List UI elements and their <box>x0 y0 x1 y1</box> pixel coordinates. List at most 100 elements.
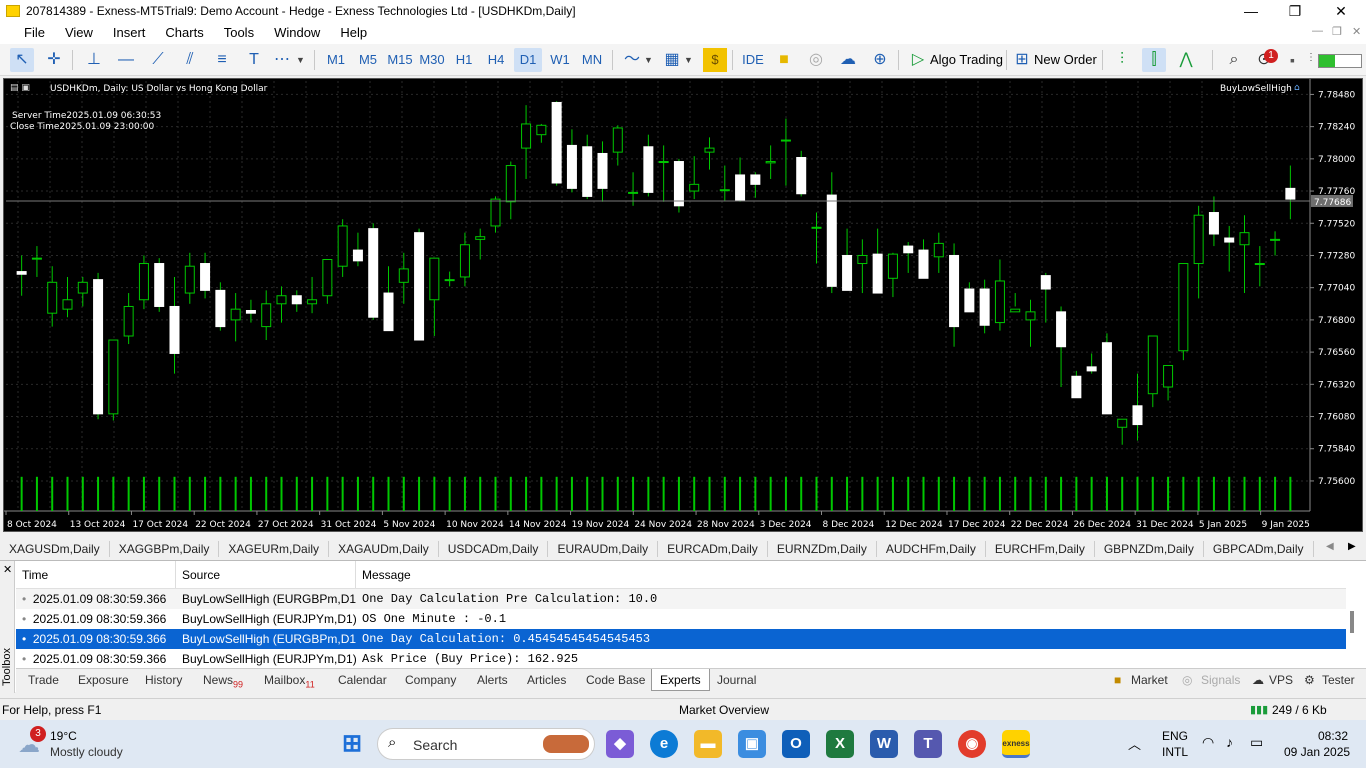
log-row[interactable]: • 2025.01.09 08:30:59.366 BuyLowSellHigh… <box>16 609 1346 629</box>
teams-icon[interactable]: T <box>914 730 942 758</box>
maximize-button[interactable]: ❐ <box>1272 0 1318 22</box>
candlestick-icon[interactable]: ⫿ <box>1142 48 1166 72</box>
tab-news[interactable]: News99 <box>203 669 243 691</box>
symbol-tab[interactable]: XAGGBPm,Daily <box>110 541 220 557</box>
tf-mn[interactable]: MN <box>578 48 606 72</box>
channel-icon[interactable]: ⫽ <box>178 48 202 72</box>
symbol-tab[interactable]: GBPNZDm,Daily <box>1095 541 1204 557</box>
vertical-line-icon[interactable]: ⊥ <box>82 48 106 72</box>
symbol-tab[interactable]: EURAUDm,Daily <box>548 541 659 557</box>
photos-icon[interactable]: ▣ <box>738 730 766 758</box>
tab-experts[interactable]: Experts <box>651 669 710 691</box>
language-layout[interactable]: INTL <box>1162 745 1188 759</box>
chart-close-icon[interactable]: ✕ <box>1352 25 1361 38</box>
language-code[interactable]: ENG <box>1162 729 1188 743</box>
word-icon[interactable]: W <box>870 730 898 758</box>
tabs-left-arrow-icon[interactable]: ◀ <box>1326 541 1334 552</box>
menu-charts[interactable]: Charts <box>155 22 213 44</box>
account-icon[interactable]: ▪ <box>1290 52 1295 68</box>
new-order-icon[interactable]: ⊞ <box>1010 48 1034 72</box>
symbol-tab[interactable]: AUDCHFm,Daily <box>877 541 986 557</box>
tab-signals[interactable]: Signals <box>1201 669 1240 691</box>
chrome-icon[interactable]: ◉ <box>958 730 986 758</box>
volume-muted-icon[interactable]: ♪ <box>1226 734 1233 750</box>
log-row[interactable]: • 2025.01.09 08:30:59.366 BuyLowSellHigh… <box>16 649 1346 669</box>
tab-vps[interactable]: VPS <box>1269 669 1293 691</box>
tab-market[interactable]: Market <box>1131 669 1168 691</box>
tab-mailbox[interactable]: Mailbox11 <box>264 669 315 691</box>
toolbox-close-icon[interactable]: ✕ <box>3 563 12 576</box>
signal-icon[interactable]: ◎ <box>804 48 828 72</box>
chart-type-icon[interactable]: 〜 <box>620 48 644 72</box>
search-box[interactable]: ⌕ Search <box>377 728 595 760</box>
clock-time[interactable]: 08:32 <box>1318 729 1348 743</box>
chart-type-dropdown-icon[interactable]: ▼ <box>644 48 653 72</box>
log-row[interactable]: • 2025.01.09 08:30:59.366 BuyLowSellHigh… <box>16 589 1346 609</box>
fibonacci-icon[interactable]: ≡ <box>210 48 234 72</box>
edge-icon[interactable]: e <box>650 730 678 758</box>
price-chart[interactable]: 7.77686 7.78480 7.78240 7.78000 7.77760 7.775… <box>3 78 1363 532</box>
tab-alerts[interactable]: Alerts <box>477 669 508 691</box>
column-source[interactable]: Source <box>176 561 356 588</box>
battery-icon[interactable]: ▭ <box>1250 734 1263 751</box>
log-row-selected[interactable]: • 2025.01.09 08:30:59.366 BuyLowSellHigh… <box>16 629 1346 649</box>
indicators-icon[interactable]: ▦ <box>660 48 684 72</box>
tab-journal[interactable]: Journal <box>717 669 756 691</box>
outlook-icon[interactable]: O <box>782 730 810 758</box>
symbol-tab[interactable]: XAGUSDm,Daily <box>0 541 110 557</box>
menu-help[interactable]: Help <box>330 22 377 44</box>
tab-trade[interactable]: Trade <box>28 669 59 691</box>
copilot-icon[interactable]: ◆ <box>606 730 634 758</box>
trend-line-icon[interactable]: ⟋ <box>146 48 170 72</box>
tab-codebase[interactable]: Code Base <box>586 669 645 691</box>
algo-trading-button[interactable]: Algo Trading <box>930 48 1003 72</box>
tab-exposure[interactable]: Exposure <box>78 669 129 691</box>
menu-tools[interactable]: Tools <box>214 22 264 44</box>
text-tool-icon[interactable]: T <box>242 48 266 72</box>
tab-articles[interactable]: Articles <box>527 669 566 691</box>
tf-h1[interactable]: H1 <box>450 48 478 72</box>
tab-calendar[interactable]: Calendar <box>338 669 387 691</box>
algo-play-icon[interactable]: ▷ <box>906 48 930 72</box>
tf-w1[interactable]: W1 <box>546 48 574 72</box>
search-icon[interactable]: ⌕ <box>1222 48 1246 72</box>
menu-file[interactable]: File <box>14 22 55 44</box>
new-order-button[interactable]: New Order <box>1034 48 1097 72</box>
wifi-icon[interactable]: ◠ <box>1202 734 1214 751</box>
menu-window[interactable]: Window <box>264 22 330 44</box>
menu-insert[interactable]: Insert <box>103 22 156 44</box>
tabs-right-arrow-icon[interactable]: ▶ <box>1348 541 1356 552</box>
bar-chart-icon[interactable]: ⫶ <box>1110 48 1134 72</box>
tf-m15[interactable]: M15 <box>386 48 414 72</box>
indicators-dropdown-icon[interactable]: ▼ <box>684 48 693 72</box>
chart-menu-icon[interactable]: ▤ ▣ <box>10 83 30 93</box>
tf-m1[interactable]: M1 <box>322 48 350 72</box>
crosshair-icon[interactable]: ✛ <box>42 48 66 72</box>
dollar-icon[interactable]: $ <box>703 48 727 72</box>
column-time[interactable]: Time <box>16 561 176 588</box>
cloud-icon[interactable]: ☁ <box>836 48 860 72</box>
excel-icon[interactable]: X <box>826 730 854 758</box>
symbol-tab[interactable]: EURCADm,Daily <box>658 541 768 557</box>
horizontal-line-icon[interactable]: — <box>114 48 138 72</box>
start-icon[interactable]: ⊞ <box>338 730 366 758</box>
ide-button[interactable]: IDE <box>740 48 766 72</box>
profile-name[interactable]: Market Overview <box>679 703 769 717</box>
tab-company[interactable]: Company <box>405 669 456 691</box>
minimize-button[interactable]: — <box>1228 0 1274 22</box>
globe-icon[interactable]: ⊕ <box>868 48 892 72</box>
chart-minimize-icon[interactable]: — <box>1312 25 1323 37</box>
tf-h4[interactable]: H4 <box>482 48 510 72</box>
file-explorer-icon[interactable]: ▬ <box>694 730 722 758</box>
chart-restore-icon[interactable]: ❐ <box>1332 25 1342 38</box>
symbol-tab[interactable]: USDCADm,Daily <box>439 541 549 557</box>
lock-icon[interactable]: ■ <box>772 48 796 72</box>
symbol-tab[interactable]: GBPCADm,Daily <box>1204 541 1314 557</box>
clock-date[interactable]: 09 Jan 2025 <box>1284 745 1350 759</box>
symbol-tab[interactable]: EURCHFm,Daily <box>986 541 1095 557</box>
log-scrollbar[interactable] <box>1350 611 1354 633</box>
symbol-tab[interactable]: XAGAUDm,Daily <box>329 541 439 557</box>
shapes-icon[interactable]: ⋯ <box>270 48 294 72</box>
tray-chevron-icon[interactable]: ︿ <box>1128 734 1141 753</box>
symbol-tab[interactable]: XAGEURm,Daily <box>219 541 330 557</box>
